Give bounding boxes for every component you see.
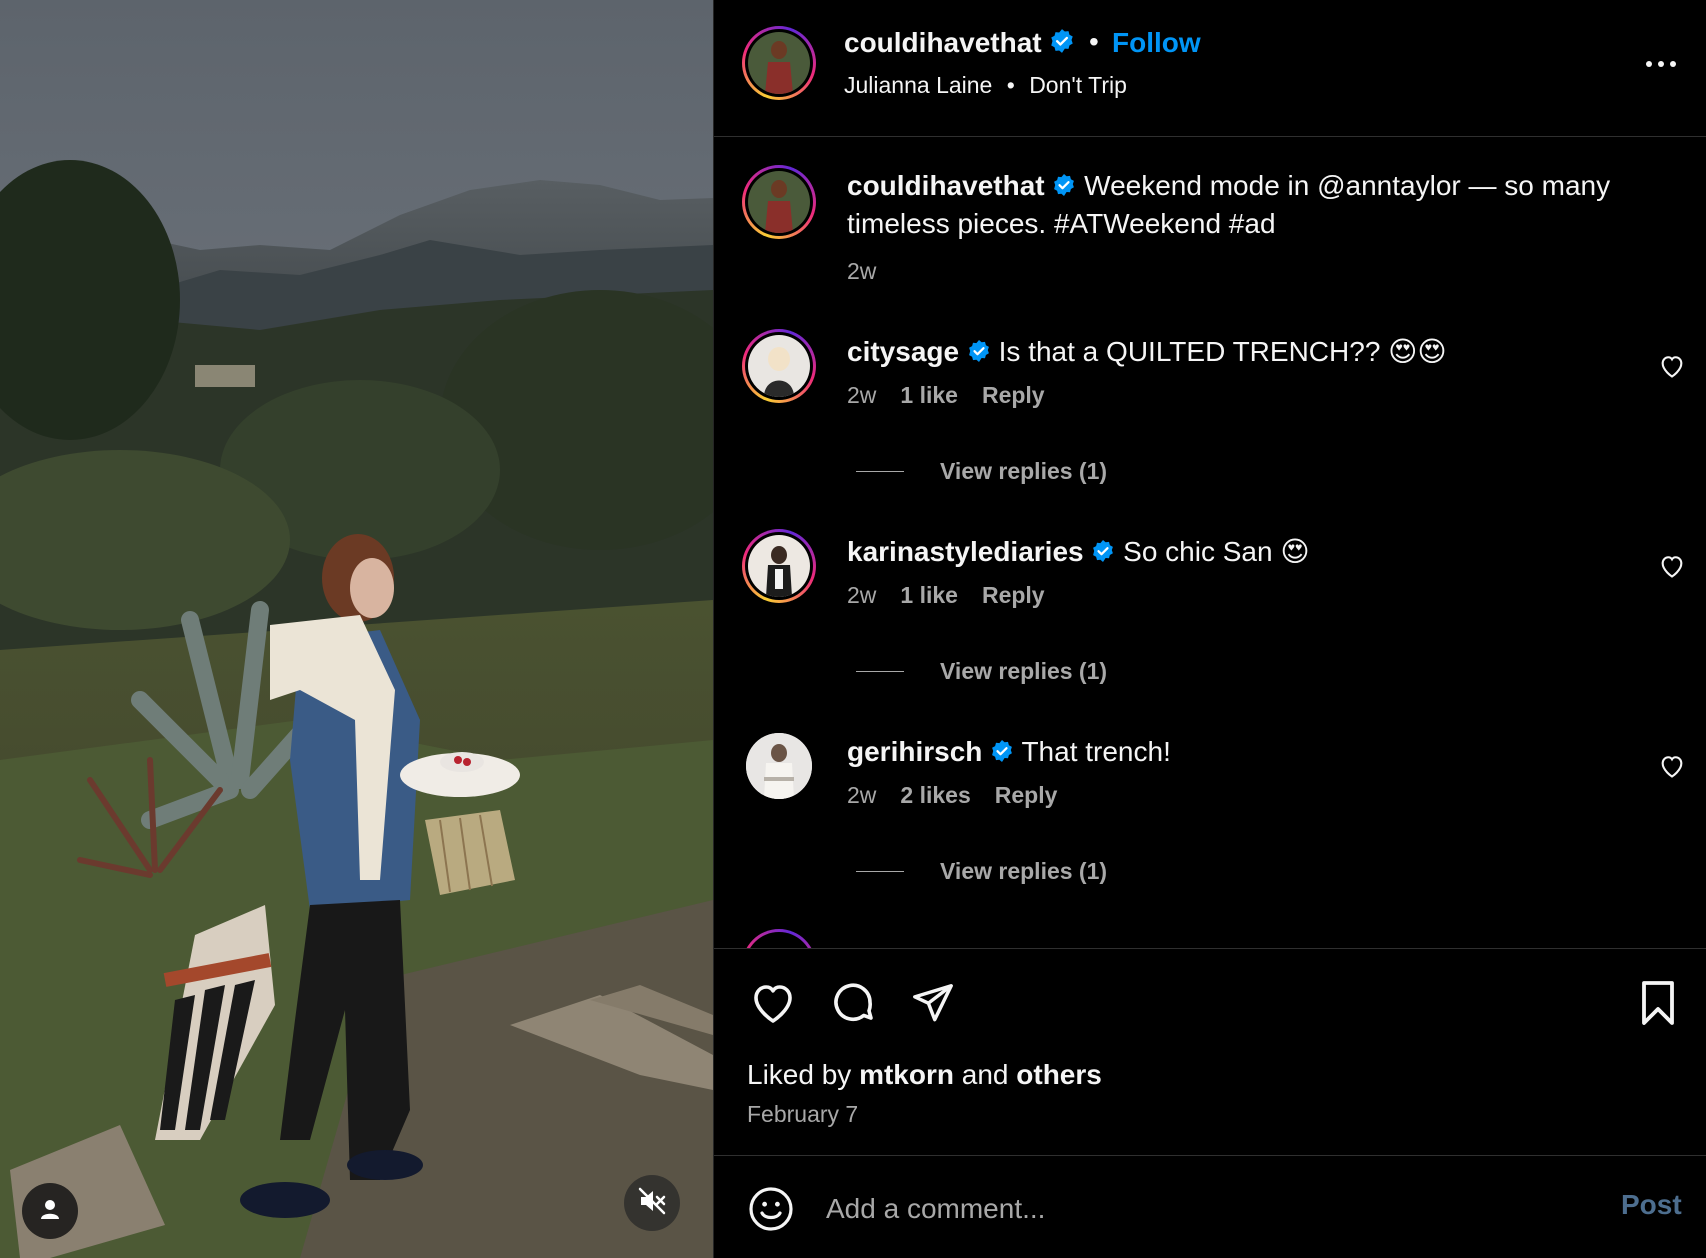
comment-body: So chic San 😍 <box>1123 536 1310 567</box>
heart-icon <box>1658 556 1686 584</box>
author-username[interactable]: couldihavethat <box>844 27 1075 61</box>
reply-button[interactable]: Reply <box>982 582 1045 609</box>
muted-speaker-icon <box>637 1186 667 1221</box>
comment-username[interactable]: citysage <box>847 336 959 367</box>
tagged-people-button[interactable] <box>22 1183 78 1239</box>
comment-time[interactable]: 2w <box>847 582 876 609</box>
header-separator: • <box>1089 26 1099 57</box>
caption-time[interactable]: 2w <box>847 258 876 285</box>
author-avatar[interactable] <box>742 26 816 100</box>
liked-by-prefix: Liked by <box>747 1059 852 1090</box>
comment-text: gerihirsch That trench! <box>847 734 1647 772</box>
caption-username[interactable]: couldihavethat <box>847 170 1045 201</box>
heart-icon <box>1658 356 1686 384</box>
verified-badge-icon <box>1091 536 1115 572</box>
comment-likes[interactable]: 2 likes <box>900 782 970 809</box>
comment-body: That trench! <box>1021 736 1171 767</box>
liked-by-user[interactable]: mtkorn <box>859 1059 954 1090</box>
video-frame-scene <box>0 0 713 1258</box>
emoji-picker-button[interactable] <box>747 1185 795 1233</box>
verified-badge-icon <box>1052 170 1076 206</box>
comment-input[interactable] <box>826 1187 1526 1231</box>
verified-badge-icon <box>1049 28 1075 61</box>
liked-by-others[interactable]: others <box>1016 1059 1102 1090</box>
verified-badge-icon <box>967 336 991 372</box>
post-sidebar: couldihavethat • Follow Julianna Laine •… <box>713 0 1706 1258</box>
comment-meta: 2w 1 like Reply <box>847 382 1045 409</box>
unmute-button[interactable] <box>624 1175 680 1231</box>
comment-avatar[interactable] <box>742 929 816 948</box>
comment-icon <box>829 979 877 1032</box>
like-comment-button[interactable] <box>1658 352 1686 380</box>
comment-time[interactable]: 2w <box>847 382 876 409</box>
comment-button[interactable] <box>827 979 879 1031</box>
comment-text: karinastylediaries So chic San 😍 <box>847 534 1647 572</box>
audio-artist[interactable]: Julianna Laine <box>844 72 992 98</box>
comment-time[interactable]: 2w <box>847 782 876 809</box>
like-comment-button[interactable] <box>1658 752 1686 780</box>
like-comment-button[interactable] <box>1658 552 1686 580</box>
view-replies-button[interactable]: View replies (1) <box>856 458 1107 485</box>
save-button[interactable] <box>1632 979 1684 1031</box>
more-icon <box>1646 61 1676 67</box>
comment-body: Is that a QUILTED TRENCH?? 😍😍 <box>998 336 1447 367</box>
caption-text: couldihavethat Weekend mode in @anntaylo… <box>847 168 1647 242</box>
comment-avatar[interactable] <box>742 329 816 403</box>
replies-divider <box>856 671 904 672</box>
heart-icon <box>1658 756 1686 784</box>
post-actions: Liked by mtkorn and others February 7 <box>714 948 1706 1156</box>
verified-badge-icon <box>990 736 1014 772</box>
comment-avatar[interactable] <box>742 529 816 603</box>
comment-text: citysage Is that a QUILTED TRENCH?? 😍😍 <box>847 334 1647 372</box>
audio-track[interactable]: Don't Trip <box>1029 72 1127 98</box>
post-comment-button[interactable]: Post <box>1621 1189 1682 1221</box>
comment-likes[interactable]: 1 like <box>900 582 958 609</box>
replies-divider <box>856 871 904 872</box>
liked-by-summary[interactable]: Liked by mtkorn and others <box>747 1059 1102 1091</box>
follow-button[interactable]: Follow <box>1112 27 1201 59</box>
heart-icon <box>749 979 797 1032</box>
comment-likes[interactable]: 1 like <box>900 382 958 409</box>
emoji-icon <box>747 1187 795 1237</box>
caption-avatar[interactable] <box>742 165 816 239</box>
view-replies-button[interactable]: View replies (1) <box>856 858 1107 885</box>
view-replies-label[interactable]: View replies (1) <box>940 658 1107 685</box>
person-tag-icon <box>38 1197 62 1226</box>
like-button[interactable] <box>747 979 799 1031</box>
comment-avatar[interactable] <box>746 733 812 799</box>
caption-meta: 2w <box>847 258 876 285</box>
reply-button[interactable]: Reply <box>982 382 1045 409</box>
comment-meta: 2w 1 like Reply <box>847 582 1045 609</box>
view-replies-label[interactable]: View replies (1) <box>940 858 1107 885</box>
audio-attribution[interactable]: Julianna Laine • Don't Trip <box>844 72 1127 99</box>
comment-username[interactable]: karinastylediaries <box>847 536 1084 567</box>
share-button[interactable] <box>907 979 959 1031</box>
view-replies-button[interactable]: View replies (1) <box>856 658 1107 685</box>
liked-by-and: and <box>961 1059 1009 1090</box>
audio-separator: • <box>1006 72 1015 98</box>
comments-list[interactable]: couldihavethat Weekend mode in @anntaylo… <box>714 138 1706 948</box>
comment-username[interactable]: gerihirsch <box>847 736 982 767</box>
share-icon <box>910 980 956 1031</box>
replies-divider <box>856 471 904 472</box>
bookmark-icon <box>1636 979 1680 1032</box>
comment-composer: Post <box>714 1157 1706 1258</box>
reply-button[interactable]: Reply <box>995 782 1058 809</box>
post-date[interactable]: February 7 <box>747 1101 858 1128</box>
post-media[interactable] <box>0 0 713 1258</box>
more-options-button[interactable] <box>1636 44 1686 84</box>
view-replies-label[interactable]: View replies (1) <box>940 458 1107 485</box>
post-header: couldihavethat • Follow Julianna Laine •… <box>714 0 1706 137</box>
comment-meta: 2w 2 likes Reply <box>847 782 1057 809</box>
